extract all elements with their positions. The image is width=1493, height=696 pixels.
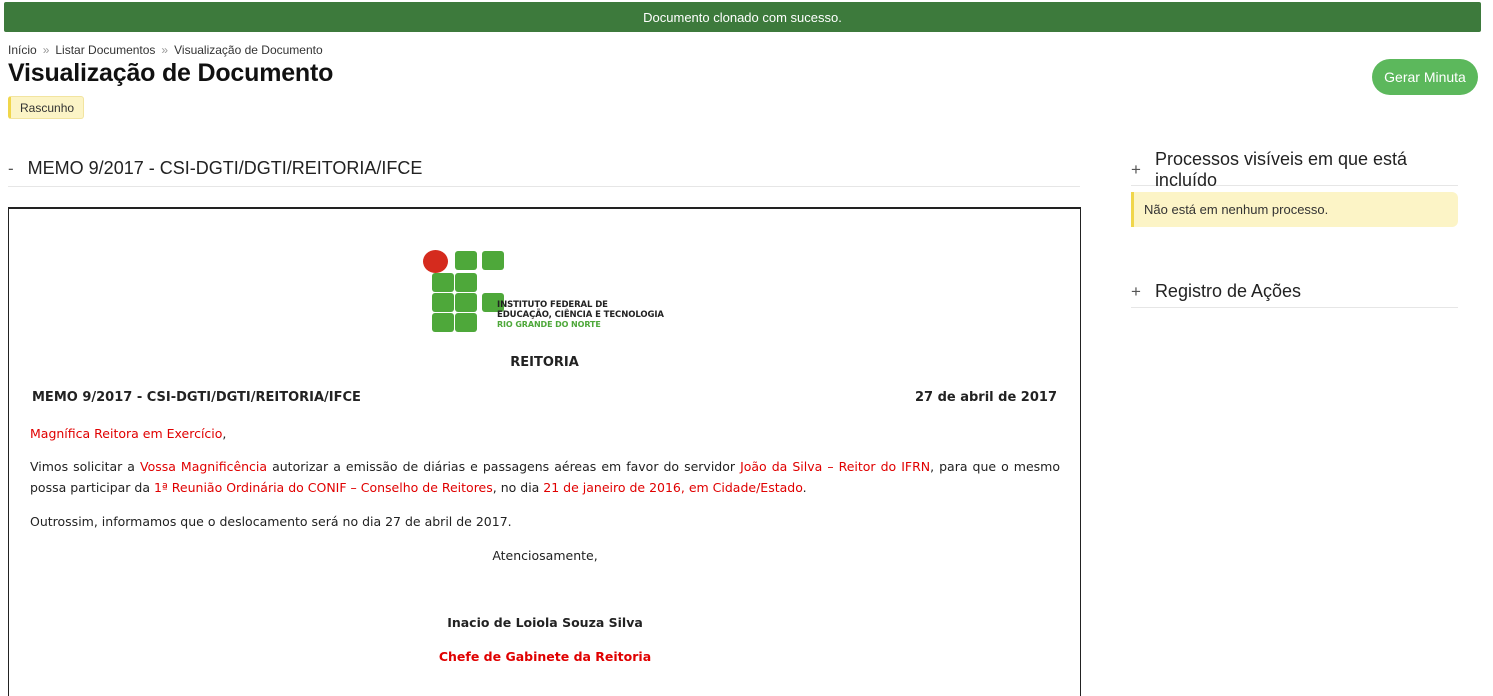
signer-role: Chefe de Gabinete da Reitoria (438, 649, 652, 664)
document-preview: INSTITUTO FEDERAL DE EDUCAÇÃO, CIÊNCIA E… (8, 207, 1081, 696)
document-heading: REITORIA (510, 355, 579, 370)
body-paragraph-2: Outrossim, informamos que o deslocamento… (30, 514, 512, 529)
breadcrumb-listar-documentos[interactable]: Listar Documentos (55, 43, 155, 57)
salutation-recipient: Magnífica Reitora em Exercício (30, 426, 223, 441)
logo-square (455, 251, 477, 270)
processes-empty-alert: Não está em nenhum processo. (1131, 192, 1458, 227)
breadcrumb-separator: » (42, 43, 50, 57)
body-highlight: Vossa Magnificência (139, 459, 268, 474)
status-badge: Rascunho (8, 96, 85, 119)
body-highlight: 1ª Reunião Ordinária do CONIF – Conselho… (153, 480, 493, 495)
ifrn-logo: INSTITUTO FEDERAL DE EDUCAÇÃO, CIÊNCIA E… (423, 249, 683, 335)
breadcrumb-inicio[interactable]: Início (8, 43, 37, 57)
body-text: . (802, 480, 807, 495)
body-highlight: João da Silva – Reitor do IFRN (740, 459, 931, 474)
actions-log-section-header[interactable]: + Registro de Ações (1131, 276, 1458, 308)
signer-name: Inacio de Loiola Souza Silva (447, 615, 643, 630)
body-text: autorizar a emissão de diárias e passage… (267, 459, 741, 474)
document-section-header[interactable]: - MEMO 9/2017 - CSI-DGTI/DGTI/REITORIA/I… (8, 151, 1080, 187)
memo-date: 27 de abril de 2017 (914, 390, 1057, 405)
memo-number: MEMO 9/2017 - CSI-DGTI/DGTI/REITORIA/IFC… (32, 390, 361, 405)
breadcrumb: Início » Listar Documentos » Visualizaçã… (8, 43, 323, 57)
gerar-minuta-button[interactable]: Gerar Minuta (1372, 59, 1478, 95)
logo-square (455, 273, 477, 292)
salutation: Magnífica Reitora em Exercício, (30, 423, 1060, 444)
processes-section-header[interactable]: + Processos visíveis em que está incluíd… (1131, 149, 1458, 190)
expand-icon[interactable]: + (1131, 160, 1141, 180)
logo-text-line1: INSTITUTO FEDERAL DE (497, 300, 608, 310)
closing: Atenciosamente, (492, 548, 598, 563)
memo-header-line: MEMO 9/2017 - CSI-DGTI/DGTI/REITORIA/IFC… (32, 390, 1057, 405)
logo-square (432, 273, 454, 292)
collapse-icon[interactable]: - (8, 159, 14, 179)
logo-square (455, 313, 477, 332)
logo-square (482, 251, 504, 270)
logo-text-line2: EDUCAÇÃO, CIÊNCIA E TECNOLOGIA (497, 310, 664, 320)
salutation-suffix: , (222, 426, 227, 441)
logo-square (455, 293, 477, 312)
logo-text-line3: RIO GRANDE DO NORTE (497, 320, 601, 329)
body-paragraph-1: Vimos solicitar a Vossa Magnificência au… (30, 456, 1060, 498)
expand-icon[interactable]: + (1131, 282, 1141, 302)
page-title: Visualização de Documento (8, 59, 334, 87)
breadcrumb-separator: » (161, 43, 169, 57)
processes-section-title: Processos visíveis em que está incluído (1154, 149, 1408, 190)
breadcrumb-current: Visualização de Documento (174, 43, 323, 57)
logo-red-circle (423, 250, 448, 273)
flash-message: Documento clonado com sucesso. (4, 2, 1481, 32)
document-section-title: MEMO 9/2017 - CSI-DGTI/DGTI/REITORIA/IFC… (27, 158, 423, 178)
body-highlight: 21 de janeiro de 2016, em Cidade/Estado (543, 480, 803, 495)
actions-log-section-title: Registro de Ações (1154, 281, 1302, 301)
logo-square (432, 293, 454, 312)
body-text: , no dia (492, 480, 544, 495)
logo-square (432, 313, 454, 332)
body-text: Vimos solicitar a (30, 459, 140, 474)
